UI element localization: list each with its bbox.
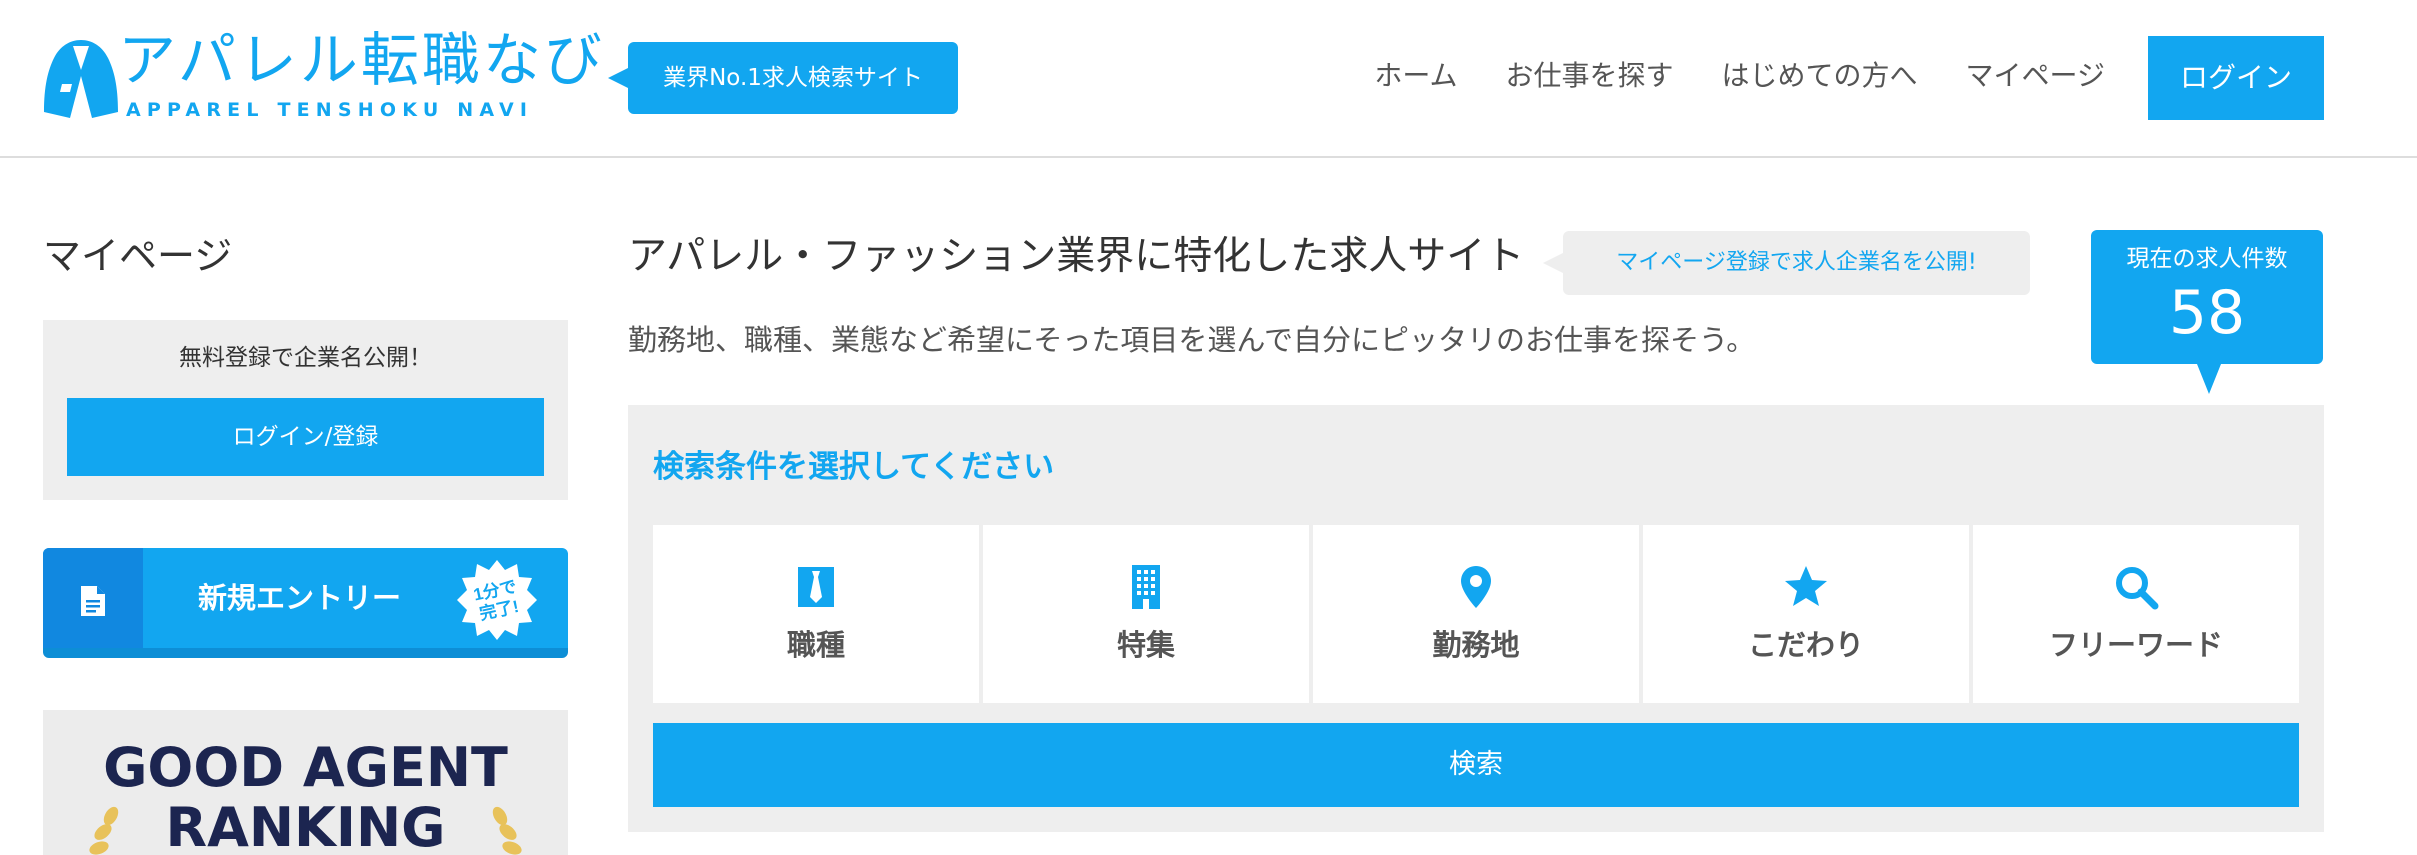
search-button[interactable]: 検索 bbox=[653, 723, 2299, 807]
job-count-box: 現在の求人件数 58 bbox=[2091, 230, 2323, 394]
search-tiles: 職種 特集 勤務地 こだわり フリーワード bbox=[653, 525, 2299, 703]
sidebar-title: マイページ bbox=[43, 234, 233, 278]
register-box-text: 無料登録で企業名公開！ bbox=[179, 345, 432, 371]
tile-job-type-label: 職種 bbox=[786, 628, 845, 662]
document-icon bbox=[81, 586, 105, 616]
tile-location[interactable]: 勤務地 bbox=[1313, 525, 1639, 703]
laurel-left-icon bbox=[89, 806, 119, 855]
nav-find-jobs[interactable]: お仕事を探す bbox=[1506, 52, 1674, 100]
search-heading: 検索条件を選択してください bbox=[653, 449, 1055, 485]
star-icon bbox=[1785, 566, 1827, 606]
nav-home[interactable]: ホーム bbox=[1374, 52, 1457, 100]
tile-feature[interactable]: 特集 bbox=[983, 525, 1309, 703]
site-logo[interactable]: アパレル転職なび APPAREL TENSHOKU NAVI bbox=[40, 26, 602, 125]
tile-job-type[interactable]: 職種 bbox=[653, 525, 979, 703]
new-entry-button[interactable]: 新規エントリー 1分で 完了! bbox=[43, 548, 568, 658]
site-header: アパレル転職なび APPAREL TENSHOKU NAVI 業界No.1求人検… bbox=[0, 0, 2417, 158]
job-count-value: 58 bbox=[2168, 278, 2246, 348]
register-box: 無料登録で企業名公開！ ログイン/登録 bbox=[43, 320, 568, 500]
good-agent-ranking-banner[interactable]: GOOD AGENT RANKING bbox=[43, 710, 568, 855]
page-title: アパレル・ファッション業界に特化した求人サイト bbox=[628, 234, 1525, 279]
logo-title: アパレル転職なび bbox=[118, 26, 605, 94]
new-entry-label: 新規エントリー bbox=[198, 581, 402, 615]
login-register-button[interactable]: ログイン/登録 bbox=[67, 398, 544, 476]
search-panel: 検索条件を選択してください 職種 特集 勤務地 こだわり フリーワード 検索 bbox=[628, 405, 2324, 832]
tile-preferences-label: こだわり bbox=[1747, 628, 1864, 662]
tile-preferences[interactable]: こだわり bbox=[1643, 525, 1969, 703]
building-icon bbox=[1132, 565, 1160, 609]
nav-mypage[interactable]: マイページ bbox=[1966, 52, 2105, 100]
ranking-line-1: GOOD AGENT bbox=[103, 736, 508, 799]
catchphrase-badge: 業界No.1求人検索サイト bbox=[608, 42, 958, 114]
necktie-icon bbox=[798, 567, 834, 607]
nav-first-time[interactable]: はじめての方へ bbox=[1722, 52, 1918, 100]
entry-icon-box bbox=[43, 548, 143, 648]
map-pin-icon bbox=[1461, 566, 1491, 608]
job-count-label: 現在の求人件数 bbox=[2126, 246, 2288, 272]
tile-feature-label: 特集 bbox=[1116, 628, 1175, 662]
page-description: 勤務地、職種、業態など希望にそった項目を選んで自分にピッタリのお仕事を探そう。 bbox=[628, 323, 1756, 357]
one-minute-badge-icon: 1分で 完了! bbox=[457, 560, 537, 640]
tile-location-label: 勤務地 bbox=[1432, 628, 1520, 662]
tile-free-word-label: フリーワード bbox=[2048, 628, 2223, 662]
login-button[interactable]: ログイン bbox=[2148, 36, 2324, 120]
search-icon bbox=[2116, 567, 2159, 610]
laurel-right-icon bbox=[492, 806, 522, 855]
jacket-logo-icon bbox=[44, 40, 118, 118]
tile-free-word[interactable]: フリーワード bbox=[1973, 525, 2299, 703]
register-bubble[interactable]: マイページ登録で求人企業名を公開! bbox=[1543, 231, 2030, 295]
main-nav: ホーム お仕事を探す はじめての方へ マイページ bbox=[1374, 52, 2105, 100]
logo-subtitle: APPAREL TENSHOKU NAVI bbox=[126, 99, 534, 121]
